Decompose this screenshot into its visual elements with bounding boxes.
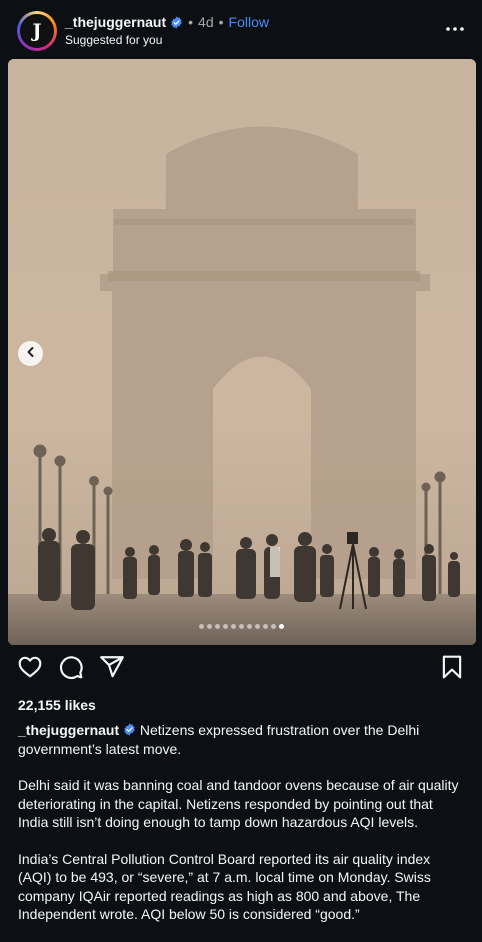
carousel-dot (230, 624, 236, 629)
post-time: 4d (198, 14, 214, 30)
carousel-dot (254, 624, 260, 629)
caption-username[interactable]: _thejuggernaut (18, 722, 119, 738)
suggested-label: Suggested for you (65, 33, 163, 47)
likes-count[interactable]: 22,155 likes (18, 697, 96, 713)
carousel-prev-button[interactable] (18, 341, 43, 366)
caption-paragraph: _thejuggernaut Netizens expressed frustr… (18, 721, 464, 758)
send-icon[interactable] (99, 654, 129, 684)
more-options-icon[interactable] (444, 22, 466, 36)
verified-badge-icon (170, 16, 183, 29)
separator-dot: • (218, 14, 224, 30)
separator-dot: • (188, 14, 194, 30)
carousel-dot (278, 624, 284, 629)
post-caption: _thejuggernaut Netizens expressed frustr… (18, 721, 464, 942)
carousel-dot (262, 624, 268, 629)
verified-badge-icon (123, 722, 136, 738)
comment-icon[interactable] (58, 654, 88, 684)
bookmark-icon[interactable] (439, 654, 469, 684)
avatar[interactable]: J (17, 11, 57, 51)
carousel-dot (214, 624, 220, 629)
heart-icon[interactable] (17, 654, 47, 684)
post-image[interactable] (8, 59, 476, 645)
post-header: J _thejuggernaut • 4d • Follow Suggested… (0, 0, 482, 58)
carousel-dot (246, 624, 252, 629)
carousel-dot (238, 624, 244, 629)
author-line: _thejuggernaut • 4d • Follow (65, 14, 269, 30)
chevron-left-icon (25, 345, 37, 363)
carousel-dot (198, 624, 204, 629)
india-gate-smog-photo (8, 59, 476, 645)
carousel-dot (206, 624, 212, 629)
carousel-dot (270, 624, 276, 629)
follow-button[interactable]: Follow (229, 14, 269, 30)
carousel-indicator (0, 624, 482, 632)
carousel-dot (222, 624, 228, 629)
caption-paragraph: India’s Central Pollution Control Board … (18, 850, 431, 923)
caption-paragraph: Delhi said it was banning coal and tando… (18, 777, 459, 830)
avatar-letter: J (20, 14, 54, 48)
post-actions (0, 654, 482, 686)
author-username[interactable]: _thejuggernaut (65, 14, 166, 30)
